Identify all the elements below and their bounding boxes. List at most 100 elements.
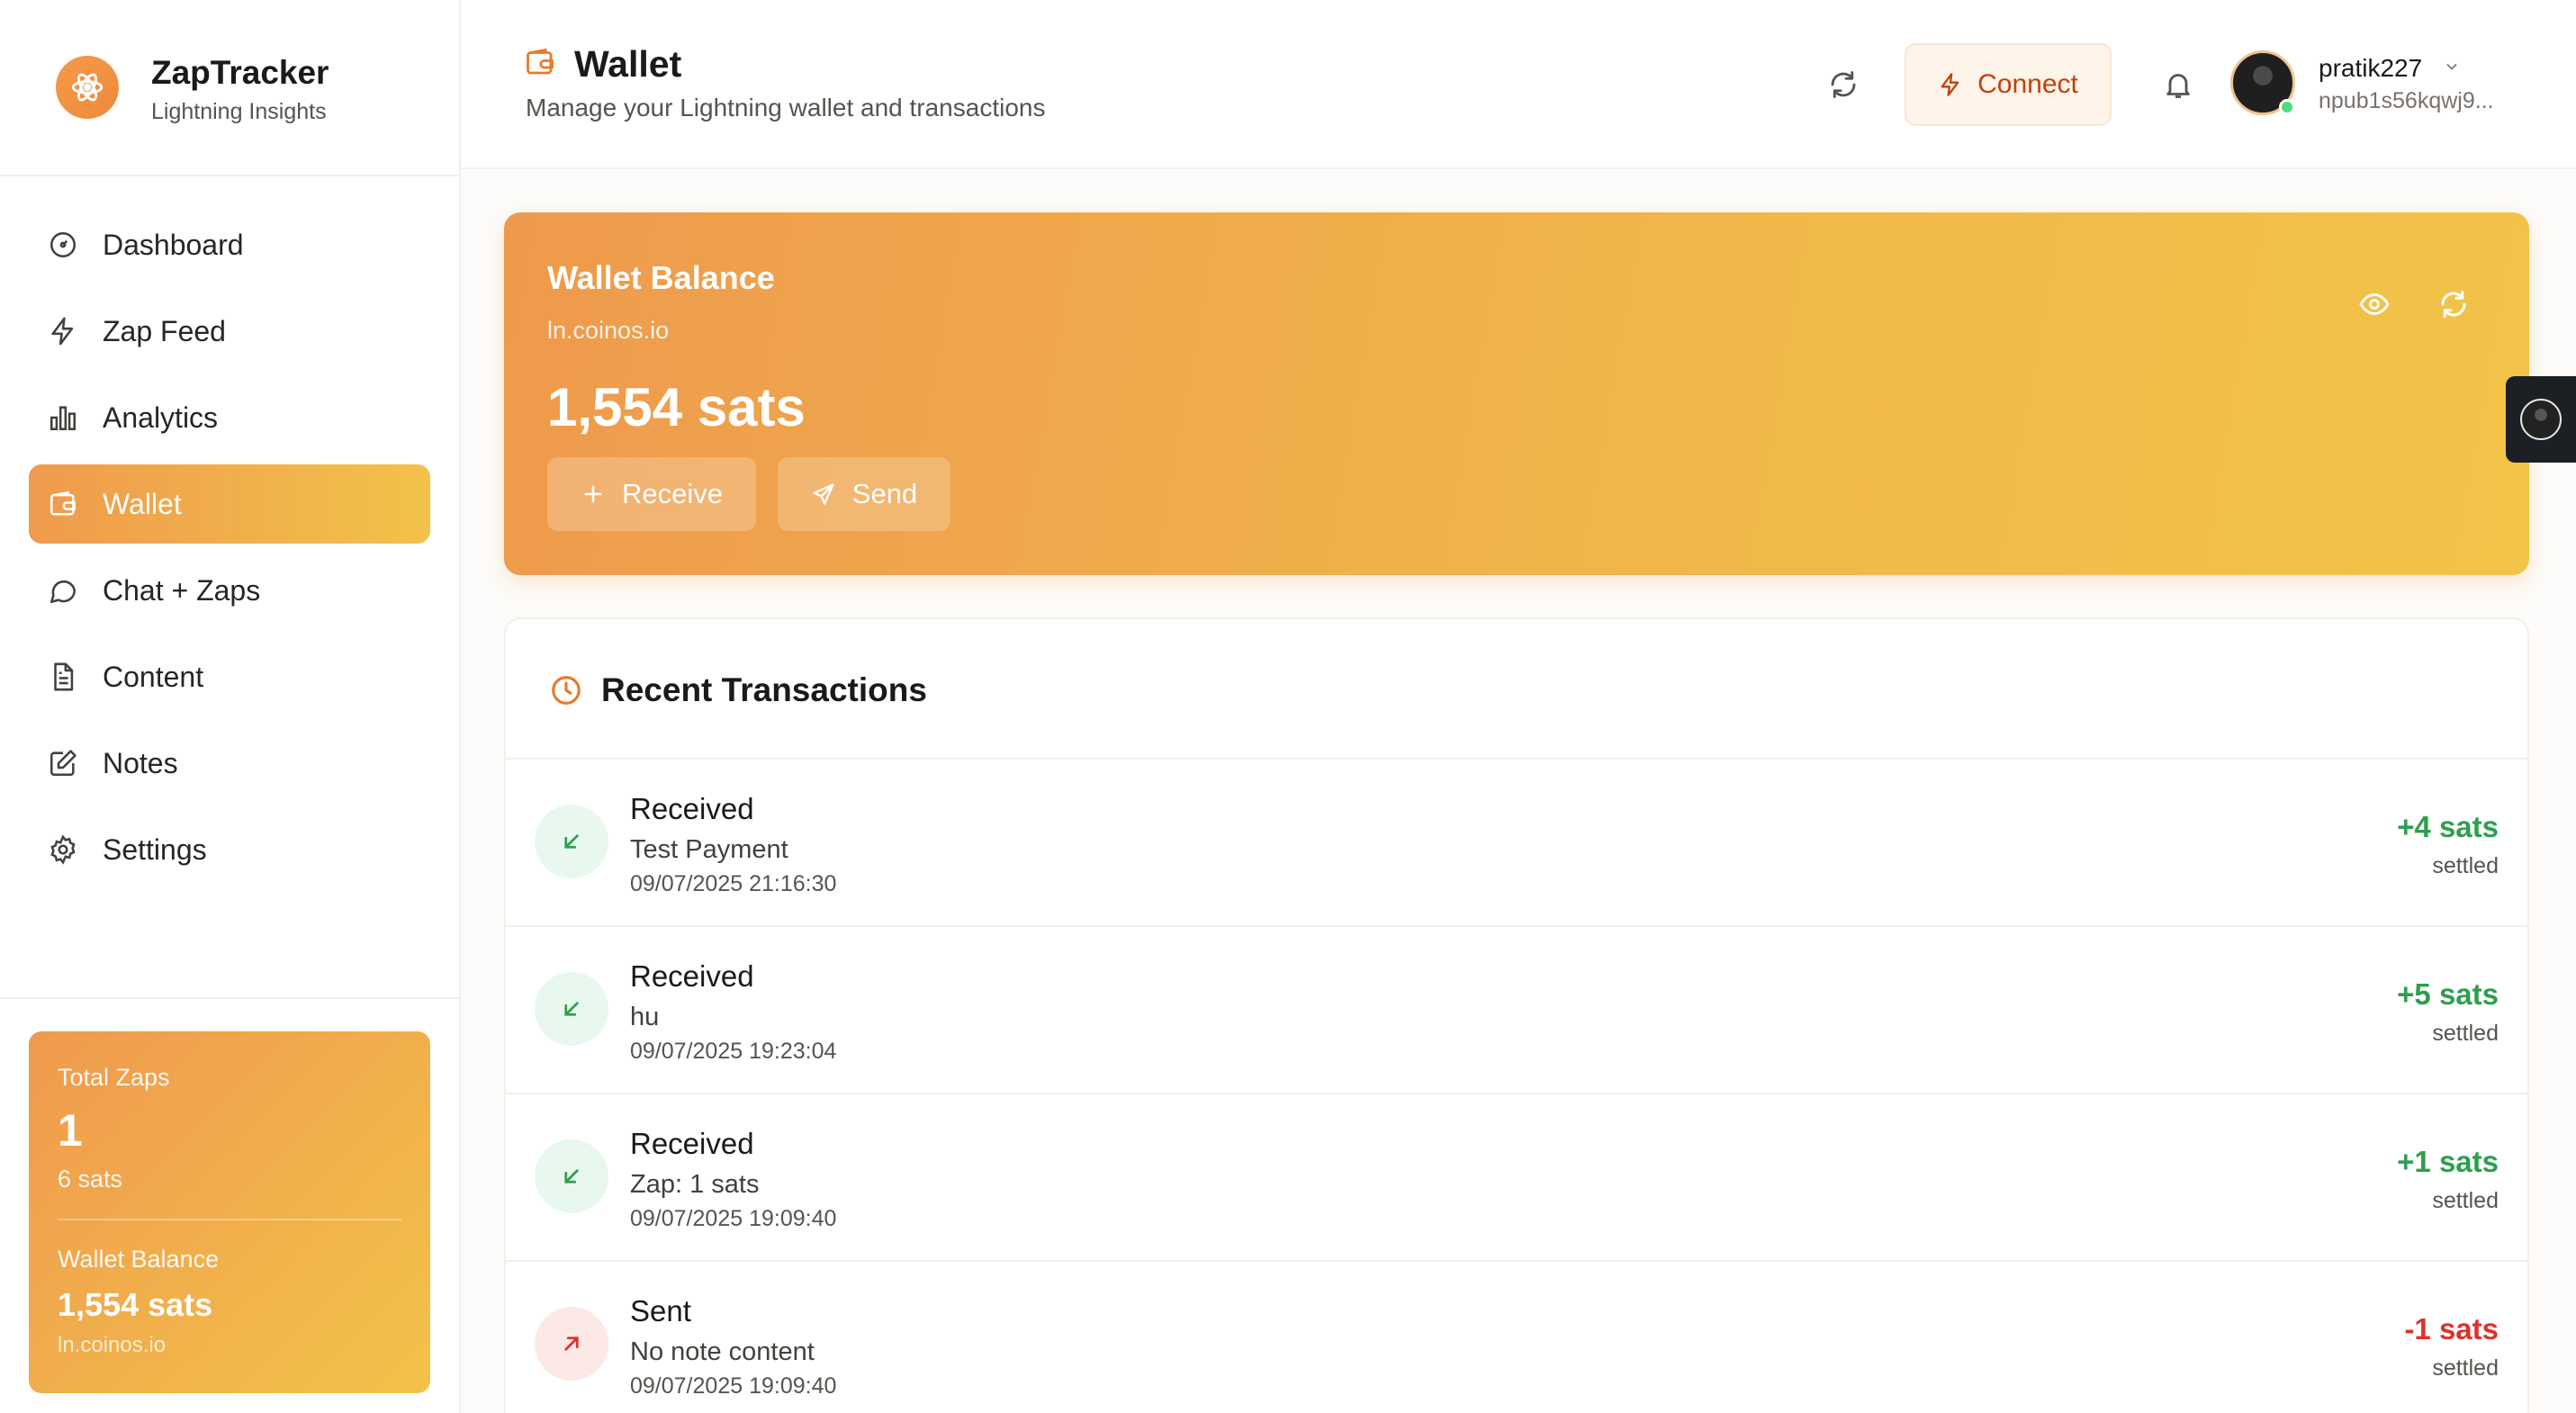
atom-logo-icon bbox=[56, 56, 119, 119]
stats-card: Total Zaps 1 6 sats Wallet Balance 1,554… bbox=[29, 1031, 430, 1393]
incoming-arrow-icon bbox=[535, 805, 608, 878]
document-icon bbox=[45, 659, 81, 695]
wallet-host: ln.coinos.io bbox=[58, 1333, 167, 1357]
gear-icon bbox=[45, 832, 81, 868]
eye-icon bbox=[2359, 292, 2390, 316]
transaction-type: Received bbox=[630, 792, 754, 825]
dashboard-icon bbox=[45, 227, 81, 263]
refresh-icon bbox=[2441, 291, 2466, 318]
transaction-row[interactable]: Received Zap: 1 sats 09/07/2025 19:09:40… bbox=[506, 1094, 2527, 1262]
send-button[interactable]: Send bbox=[778, 457, 950, 531]
incoming-arrow-icon bbox=[535, 972, 608, 1046]
stats-divider bbox=[58, 1219, 401, 1220]
floating-profile-handle[interactable] bbox=[2506, 376, 2576, 463]
sidebar-item-label: Notes bbox=[103, 746, 178, 779]
send-icon bbox=[813, 483, 834, 505]
transaction-status: settled bbox=[2432, 853, 2499, 878]
sidebar-item-label: Content bbox=[103, 660, 204, 693]
refresh-balance-button[interactable] bbox=[2432, 283, 2475, 326]
transaction-time: 09/07/2025 19:23:04 bbox=[630, 1039, 837, 1064]
transactions-header: Recent Transactions bbox=[506, 619, 2527, 760]
outgoing-arrow-icon bbox=[535, 1307, 608, 1381]
transaction-status: settled bbox=[2432, 1355, 2499, 1381]
toggle-visibility-button[interactable] bbox=[2353, 283, 2396, 326]
transaction-time: 09/07/2025 19:09:40 bbox=[630, 1373, 837, 1399]
total-zaps-value: 1 bbox=[58, 1105, 83, 1156]
transaction-row[interactable]: Received hu 09/07/2025 19:23:04 +5 sats … bbox=[506, 927, 2527, 1094]
wallet-icon bbox=[45, 486, 81, 522]
brand-title: ZapTracker bbox=[151, 54, 329, 91]
sidebar-item-dashboard[interactable]: Dashboard bbox=[29, 205, 430, 284]
sidebar-item-notes[interactable]: Notes bbox=[29, 724, 430, 803]
wallet-icon bbox=[524, 46, 556, 83]
receive-button[interactable]: Receive bbox=[547, 457, 756, 531]
transaction-time: 09/07/2025 19:09:40 bbox=[630, 1206, 837, 1231]
online-status-dot bbox=[2279, 99, 2295, 115]
notifications-button[interactable] bbox=[2155, 61, 2202, 108]
transaction-description: Test Payment bbox=[630, 835, 788, 864]
refresh-button[interactable] bbox=[1820, 61, 1867, 108]
sidebar-item-label: Settings bbox=[103, 832, 207, 866]
page-title-row: Wallet bbox=[524, 43, 681, 86]
transaction-description: Zap: 1 sats bbox=[630, 1170, 760, 1199]
clock-icon bbox=[552, 676, 581, 705]
recent-transactions-card: Recent Transactions Received Test Paymen… bbox=[504, 617, 2529, 1413]
sidebar-item-chat-zaps[interactable]: Chat + Zaps bbox=[29, 551, 430, 630]
connect-label: Connect bbox=[1977, 69, 2078, 99]
sidebar-item-zap-feed[interactable]: Zap Feed bbox=[29, 292, 430, 371]
send-label: Send bbox=[851, 478, 918, 509]
wallet-balance-value: 1,554 sats bbox=[58, 1286, 213, 1323]
user-menu[interactable]: pratik227 npub1s56kqwj9... bbox=[2230, 49, 2572, 122]
bar-chart-icon bbox=[45, 400, 81, 436]
incoming-arrow-icon bbox=[535, 1139, 608, 1213]
brand-subtitle: Lightning Insights bbox=[151, 99, 327, 124]
edit-icon bbox=[45, 745, 81, 781]
transaction-status: settled bbox=[2432, 1188, 2499, 1213]
page-subtitle: Manage your Lightning wallet and transac… bbox=[526, 94, 1046, 122]
bell-icon bbox=[2166, 74, 2190, 98]
receive-label: Receive bbox=[622, 478, 723, 509]
bolt-icon bbox=[45, 313, 81, 349]
user-name: pratik227 bbox=[2319, 54, 2423, 82]
sidebar: ZapTracker Lightning Insights Dashboard … bbox=[0, 0, 461, 1413]
transaction-description: hu bbox=[630, 1003, 660, 1031]
transaction-row[interactable]: Sent No note content 09/07/2025 19:09:40… bbox=[506, 1262, 2527, 1413]
sidebar-item-label: Chat + Zaps bbox=[103, 573, 261, 607]
sidebar-nav: Dashboard Zap Feed Analytics Wallet Chat… bbox=[29, 205, 430, 896]
balance-title: Wallet Balance bbox=[547, 259, 775, 296]
user-npub: npub1s56kqwj9... bbox=[2319, 88, 2494, 113]
transaction-row[interactable]: Received Test Payment 09/07/2025 21:16:3… bbox=[506, 760, 2527, 927]
transaction-type: Received bbox=[630, 959, 754, 993]
sidebar-item-wallet[interactable]: Wallet bbox=[29, 464, 430, 544]
connect-button[interactable]: Connect bbox=[1905, 43, 2112, 126]
sidebar-item-label: Wallet bbox=[103, 487, 182, 520]
chevron-down-icon bbox=[2443, 58, 2461, 80]
plus-icon bbox=[584, 485, 602, 503]
sidebar-item-settings[interactable]: Settings bbox=[29, 810, 430, 889]
transaction-amount: +4 sats bbox=[2397, 810, 2499, 843]
transaction-amount: -1 sats bbox=[2404, 1312, 2499, 1346]
wallet-balance-card: Wallet Balance ln.coinos.io 1,554 sats R… bbox=[504, 212, 2529, 575]
app-root: ZapTracker Lightning Insights Dashboard … bbox=[0, 0, 2576, 1413]
transaction-type: Sent bbox=[630, 1294, 691, 1328]
transactions-title: Recent Transactions bbox=[601, 671, 927, 708]
avatar bbox=[2520, 399, 2562, 440]
total-zaps-label: Total Zaps bbox=[58, 1064, 170, 1091]
transaction-amount: +1 sats bbox=[2397, 1145, 2499, 1178]
transactions-title-row: Recent Transactions bbox=[549, 671, 927, 709]
sidebar-item-analytics[interactable]: Analytics bbox=[29, 378, 430, 457]
wallet-balance-label: Wallet Balance bbox=[58, 1246, 220, 1273]
chat-icon bbox=[45, 572, 81, 608]
bolt-icon bbox=[1941, 73, 1959, 96]
transaction-amount: +5 sats bbox=[2397, 977, 2499, 1011]
transaction-type: Received bbox=[630, 1127, 754, 1160]
balance-amount: 1,554 sats bbox=[547, 377, 806, 437]
page-title: Wallet bbox=[574, 43, 682, 85]
transaction-description: No note content bbox=[630, 1337, 815, 1366]
refresh-icon bbox=[1831, 71, 1856, 98]
sidebar-item-label: Analytics bbox=[103, 400, 219, 434]
sidebar-item-content[interactable]: Content bbox=[29, 637, 430, 716]
brand: ZapTracker Lightning Insights bbox=[0, 0, 459, 176]
sidebar-item-label: Dashboard bbox=[103, 228, 244, 261]
sidebar-item-label: Zap Feed bbox=[103, 314, 226, 347]
